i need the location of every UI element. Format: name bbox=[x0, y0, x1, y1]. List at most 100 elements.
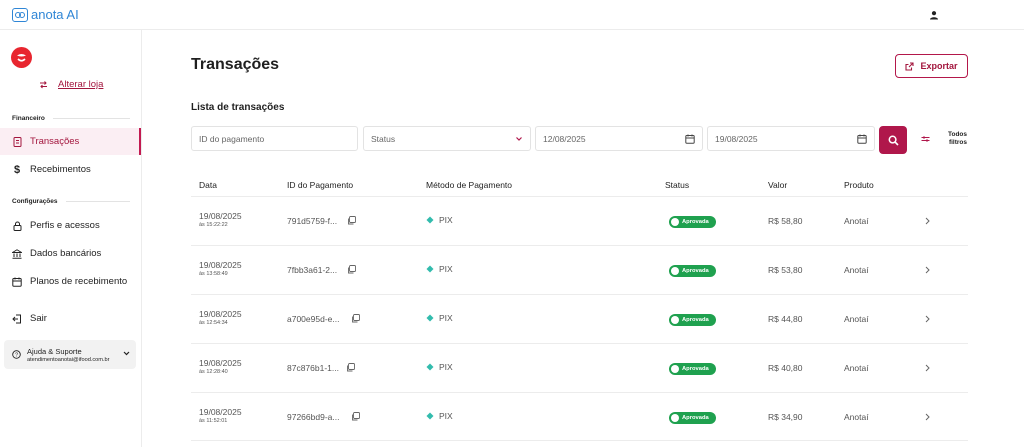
status-badge: Aprovada bbox=[669, 412, 716, 424]
chevron-right-icon[interactable] bbox=[924, 315, 931, 323]
filter-sliders-icon bbox=[921, 135, 930, 142]
sidebar-item-dados-bancarios[interactable]: Dados bancários bbox=[0, 240, 141, 267]
export-button[interactable]: Exportar bbox=[895, 54, 968, 78]
store-logo-icon bbox=[17, 54, 26, 62]
all-filters-label-line2: filtros bbox=[948, 138, 967, 146]
logout-label: Sair bbox=[30, 313, 47, 324]
pix-icon bbox=[426, 216, 434, 224]
chevron-right-icon[interactable] bbox=[924, 413, 931, 421]
copy-icon[interactable] bbox=[347, 265, 356, 274]
chevron-right-icon[interactable] bbox=[924, 217, 931, 225]
bank-icon bbox=[12, 248, 22, 259]
sidebar-item-label: Planos de recebimento bbox=[30, 276, 128, 287]
sidebar-item-label: Dados bancários bbox=[30, 248, 102, 259]
dollar-icon: $ bbox=[13, 163, 21, 176]
payment-id: a700e95d-e... bbox=[287, 314, 340, 324]
check-circle-icon bbox=[671, 414, 679, 422]
table-row[interactable]: 19/08/2025 às 12:54:34 a700e95d-e... PIX… bbox=[191, 294, 968, 343]
check-circle-icon bbox=[671, 267, 679, 275]
amount: R$ 53,80 bbox=[768, 265, 803, 275]
check-circle-icon bbox=[671, 365, 679, 373]
chevron-right-icon[interactable] bbox=[924, 364, 931, 372]
product: Anotaí bbox=[844, 216, 869, 226]
list-title: Lista de transações bbox=[191, 102, 285, 113]
logout-button[interactable]: Sair bbox=[0, 305, 141, 332]
date-cell: 19/08/2025 às 11:52:01 bbox=[199, 407, 242, 424]
main-content: Transações Exportar Lista de transações … bbox=[143, 30, 1024, 447]
change-store-link[interactable]: Alterar loja bbox=[39, 79, 103, 90]
sidebar-item-transacoes[interactable]: Transações bbox=[0, 128, 141, 155]
payment-id: 791d5759-f... bbox=[287, 216, 338, 226]
payment-id-field[interactable] bbox=[191, 126, 358, 151]
sidebar-item-label: Recebimentos bbox=[30, 164, 91, 175]
date-cell: 19/08/2025 às 12:28:40 bbox=[199, 358, 242, 375]
pix-icon bbox=[426, 412, 434, 420]
status-badge: Aprovada bbox=[669, 216, 716, 228]
status-select[interactable]: Status bbox=[363, 126, 531, 151]
amount: R$ 34,90 bbox=[768, 412, 803, 422]
row-time: às 15:22:22 bbox=[199, 222, 228, 228]
amount: R$ 58,80 bbox=[768, 216, 803, 226]
payment-method: PIX bbox=[426, 264, 453, 274]
date-from-value: 12/08/2025 bbox=[543, 133, 586, 144]
column-header-value: Valor bbox=[768, 180, 788, 190]
all-filters-button[interactable]: Todos filtros bbox=[921, 131, 967, 146]
status-badge: Aprovada bbox=[669, 314, 716, 326]
payment-id: 7fbb3a61-2... bbox=[287, 265, 338, 275]
help-title: Ajuda & Suporte bbox=[27, 346, 82, 356]
sidebar-item-perfis[interactable]: Perfis e acessos bbox=[0, 212, 141, 239]
status-badge-label: Aprovada bbox=[682, 366, 709, 372]
table-row[interactable]: 19/08/2025 às 11:52:01 97266bd9-a... PIX… bbox=[191, 392, 968, 441]
payment-method: PIX bbox=[426, 215, 453, 225]
top-bar: anota AI bbox=[0, 0, 1024, 30]
product: Anotaí bbox=[844, 412, 869, 422]
chevron-right-icon[interactable] bbox=[924, 266, 931, 274]
search-button[interactable] bbox=[879, 126, 907, 154]
table-row[interactable]: 19/08/2025 às 12:28:40 87c876b1-1... PIX… bbox=[191, 343, 968, 392]
sidebar-item-planos[interactable]: Planos de recebimento bbox=[0, 268, 141, 295]
table-row[interactable]: 19/08/2025 às 13:58:49 7fbb3a61-2... PIX… bbox=[191, 245, 968, 294]
copy-icon[interactable] bbox=[351, 314, 360, 323]
pix-icon bbox=[426, 363, 434, 371]
store-logo bbox=[11, 47, 32, 68]
help-email: atendimentoanotai@ifood.com.br bbox=[27, 356, 110, 363]
help-support-dropdown[interactable]: ? Ajuda & Suporte atendimentoanotai@ifoo… bbox=[4, 340, 136, 369]
export-label: Exportar bbox=[920, 61, 958, 71]
lock-icon bbox=[12, 221, 22, 231]
pix-icon bbox=[426, 314, 434, 322]
payment-method-label: PIX bbox=[439, 215, 453, 225]
check-circle-icon bbox=[671, 316, 679, 324]
copy-icon[interactable] bbox=[351, 412, 360, 421]
all-filters-label-line1: Todos bbox=[947, 131, 967, 138]
row-date: 19/08/2025 bbox=[199, 309, 242, 319]
sidebar-item-label: Perfis e acessos bbox=[30, 220, 100, 231]
date-cell: 19/08/2025 às 13:58:49 bbox=[199, 260, 242, 277]
external-link-icon bbox=[905, 61, 915, 71]
payment-method: PIX bbox=[426, 313, 453, 323]
page-title: Transações bbox=[191, 56, 280, 73]
amount: R$ 44,80 bbox=[768, 314, 803, 324]
row-date: 19/08/2025 bbox=[199, 260, 242, 270]
brand-name: anota AI bbox=[31, 7, 79, 22]
product: Anotaí bbox=[844, 265, 869, 275]
user-menu-button[interactable] bbox=[926, 7, 942, 23]
status-badge-label: Aprovada bbox=[682, 317, 709, 323]
sidebar: Alterar loja Financeiro Transações $ Rec… bbox=[0, 30, 142, 447]
date-to-value: 19/08/2025 bbox=[715, 133, 758, 144]
anota-ai-logo[interactable]: anota AI bbox=[12, 7, 79, 22]
copy-icon[interactable] bbox=[346, 363, 355, 372]
calendar-icon bbox=[12, 277, 22, 287]
date-from-field[interactable]: 12/08/2025 bbox=[535, 126, 703, 151]
status-badge: Aprovada bbox=[669, 363, 716, 375]
payment-id-input[interactable] bbox=[199, 133, 350, 144]
payment-id: 87c876b1-1... bbox=[287, 363, 339, 373]
copy-icon[interactable] bbox=[347, 216, 356, 225]
date-to-field[interactable]: 19/08/2025 bbox=[707, 126, 875, 151]
sidebar-item-recebimentos[interactable]: $ Recebimentos bbox=[0, 156, 141, 183]
receipt-icon bbox=[12, 136, 22, 147]
user-icon bbox=[930, 11, 938, 20]
status-select-value: Status bbox=[371, 133, 396, 144]
date-cell: 19/08/2025 às 12:54:34 bbox=[199, 309, 242, 326]
status-badge-label: Aprovada bbox=[682, 415, 709, 421]
table-row[interactable]: 19/08/2025 às 15:22:22 791d5759-f... PIX… bbox=[191, 196, 968, 245]
